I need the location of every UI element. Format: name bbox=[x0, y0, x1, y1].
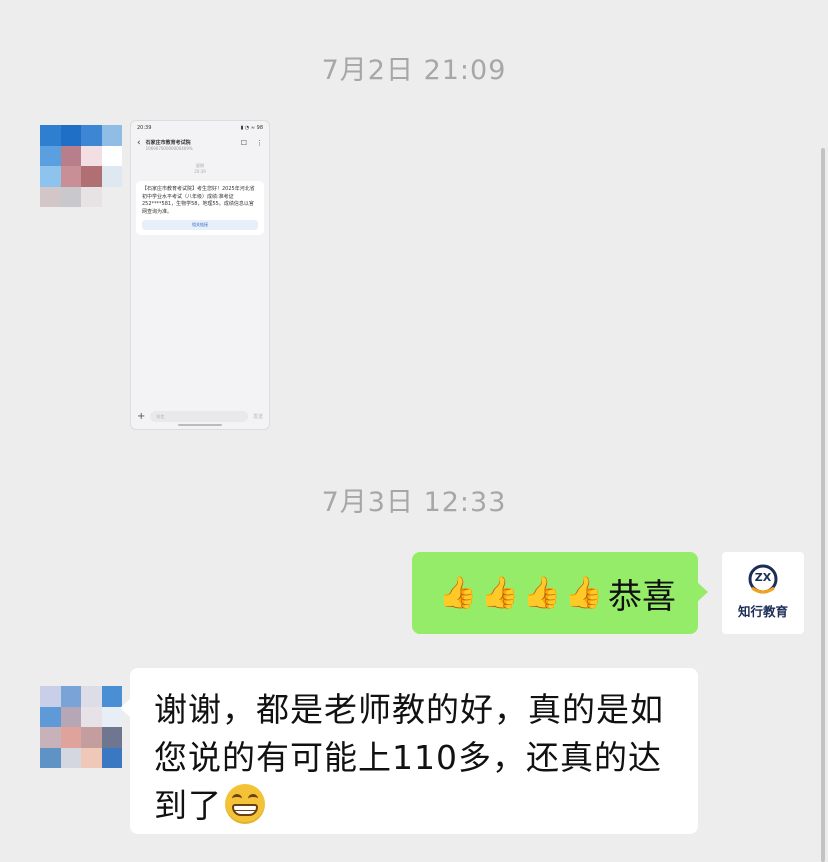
plus-icon: + bbox=[137, 410, 146, 422]
scrollbar[interactable] bbox=[821, 148, 825, 862]
sms-message: 【石家庄市教育考试院】考生您好！2025年河北省初中学业水平考试（八年级）成绩:… bbox=[136, 181, 264, 235]
thumbs-up-icon: 👍 bbox=[438, 575, 478, 611]
sms-message-text: 【石家庄市教育考试院】考生您好！2025年河北省初中学业水平考试（八年级）成绩:… bbox=[142, 186, 255, 215]
outgoing-message-text: 恭喜 bbox=[608, 576, 676, 617]
timestamp-1: 7月2日 21:09 bbox=[321, 55, 507, 86]
sms-status-time: 20:39 bbox=[137, 125, 152, 131]
sms-link: 相关链接 bbox=[142, 220, 258, 230]
incoming-message-bubble[interactable]: 谢谢，都是老师教的好，真的是如您说的有可能上110多，还真的达到了 bbox=[120, 668, 698, 834]
more-icon: ⋮ bbox=[256, 139, 263, 147]
grinning-face-icon bbox=[225, 784, 265, 824]
outgoing-message-bubble[interactable]: 👍 👍 👍 👍 恭喜 bbox=[412, 552, 708, 634]
thumbs-up-icon: 👍 bbox=[480, 575, 520, 611]
sms-date: 星期 20:39 bbox=[131, 163, 269, 175]
sms-sender-number: 10690700000000409% bbox=[145, 146, 193, 151]
logo-mark-icon bbox=[748, 564, 778, 594]
sms-sender-name: 石家庄市教育考试院 bbox=[145, 140, 191, 146]
contact-avatar-2[interactable] bbox=[40, 686, 122, 768]
thumbs-up-icon: 👍 bbox=[522, 575, 562, 611]
thumbs-up-icon: 👍 bbox=[564, 575, 604, 611]
sms-input: 短信 bbox=[150, 410, 248, 422]
sms-send: 发送 bbox=[252, 413, 263, 420]
sms-status-icons: ▮ ◔ ≈ 98 bbox=[240, 125, 263, 131]
sms-screenshot-image[interactable]: 20:39 ▮ ◔ ≈ 98 ‹ 石家庄市教育考试院 1069070000000… bbox=[130, 120, 270, 430]
timestamp-2: 7月3日 12:33 bbox=[321, 487, 507, 518]
sms-header: ‹ 石家庄市教育考试院 10690700000000409% ☐ ⋮ bbox=[131, 135, 269, 155]
logo-name: 知行教育 bbox=[737, 604, 788, 619]
sms-date-line2: 20:39 bbox=[194, 169, 206, 174]
logo-mark-text: ZX bbox=[754, 571, 772, 584]
home-indicator bbox=[178, 424, 222, 426]
back-arrow-icon: ‹ bbox=[137, 138, 141, 148]
self-avatar-logo[interactable]: ZX 知行教育 bbox=[722, 552, 804, 634]
thumbs-group: 👍 👍 👍 👍 bbox=[438, 574, 604, 612]
contact-avatar-1[interactable] bbox=[40, 125, 122, 207]
sms-status-bar: 20:39 ▮ ◔ ≈ 98 bbox=[131, 121, 269, 135]
edit-icon: ☐ bbox=[240, 139, 247, 147]
